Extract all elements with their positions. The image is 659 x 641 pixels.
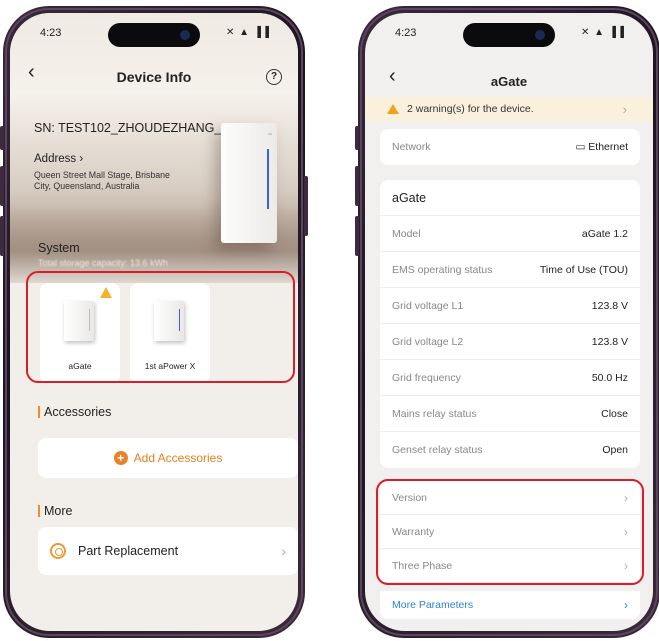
side-button <box>304 176 308 236</box>
status-icons: ✕ ▲ ▐▐ <box>580 27 625 38</box>
chevron-right-icon: › <box>622 101 627 117</box>
address-label: Address <box>34 153 77 165</box>
phone-frame-right: 4:23 ✕ ▲ ▐▐ ‹ aGate 2 warning(s) for the… <box>355 6 659 638</box>
more-title: More <box>38 504 72 518</box>
detail-label: Model <box>392 227 421 240</box>
warning-icon <box>387 104 399 114</box>
chevron-right-icon: › <box>281 543 286 559</box>
address-link[interactable]: Address › <box>34 153 83 165</box>
chevron-right-icon: › <box>624 598 628 612</box>
page-title: aGate <box>490 73 528 89</box>
detail-row: EMS operating status Time of Use (TOU) <box>380 252 640 288</box>
detail-row: Model aGate 1.2 <box>380 216 640 252</box>
network-row: Network ▭ Ethernet <box>380 129 640 165</box>
status-bar: 4:23 ✕ ▲ ▐▐ <box>395 27 625 39</box>
detail-value: Time of Use (TOU) <box>539 263 628 276</box>
back-arrow-icon[interactable]: ‹ <box>389 65 396 88</box>
system-title: System <box>38 241 80 255</box>
device-info-screen: 4:23 ✕ ▲ ▐▐ ‹ Device Info ? SN: TEST102_… <box>10 13 298 631</box>
side-button <box>355 126 359 150</box>
capacity-text: Total storage capacity: 13.6 kWh <box>38 258 169 268</box>
device-image: ▭ <box>221 123 277 243</box>
more-title-text: More <box>44 504 73 518</box>
agate-screen: 4:23 ✕ ▲ ▐▐ ‹ aGate 2 warning(s) for the… <box>365 13 653 631</box>
detail-row: Grid voltage L1 123.8 V <box>380 288 640 324</box>
detail-value: 50.0 Hz <box>591 371 628 384</box>
more-parameters-label: More Parameters <box>392 599 474 611</box>
phone-frame-left: 4:23 ✕ ▲ ▐▐ ‹ Device Info ? SN: TEST102_… <box>0 6 308 638</box>
page-title: Device Info <box>116 69 192 85</box>
chevron-right-icon: › <box>79 153 84 165</box>
detail-value: Close <box>601 407 628 420</box>
warning-banner[interactable]: 2 warning(s) for the device. › <box>365 97 653 121</box>
status-icons: ✕ ▲ ▐▐ <box>225 27 270 38</box>
help-icon[interactable]: ? <box>266 69 282 85</box>
detail-label: EMS operating status <box>392 263 493 276</box>
network-card: Network ▭ Ethernet <box>380 129 640 165</box>
nav-bar: ‹ Device Info ? <box>10 61 298 91</box>
card-title: aGate <box>380 180 640 216</box>
add-accessories-panel: + Add Accessories <box>38 438 298 478</box>
more-parameters-link[interactable]: More Parameters › <box>380 583 640 619</box>
detail-row: Grid voltage L2 123.8 V <box>380 324 640 360</box>
add-accessories-label: Add Accessories <box>133 451 223 465</box>
status-bar: 4:23 ✕ ▲ ▐▐ <box>40 27 270 39</box>
part-replacement-item[interactable]: Part Replacement › <box>38 527 298 575</box>
ethernet-icon: ▭ <box>575 141 589 153</box>
agate-details-card: aGate Model aGate 1.2 EMS operating statu… <box>380 180 640 468</box>
side-button <box>355 216 359 256</box>
device-logo: ▭ <box>268 131 272 136</box>
accessories-title-text: Accessories <box>44 405 112 419</box>
detail-row: Genset relay status Open <box>380 432 640 468</box>
detail-value: 123.8 V <box>591 299 628 312</box>
side-button <box>0 166 4 206</box>
status-time: 4:23 <box>395 27 417 39</box>
status-time: 4:23 <box>40 27 62 39</box>
detail-row: Grid frequency 50.0 Hz <box>380 360 640 396</box>
detail-value: Open <box>602 444 628 456</box>
detail-label: Mains relay status <box>392 407 477 420</box>
replace-icon <box>50 543 66 559</box>
network-value-text: Ethernet <box>588 141 628 153</box>
detail-label: Grid voltage L2 <box>392 335 464 348</box>
serial-text: SN: TEST102_ZHOUDEZHANG_1120 <box>34 121 249 135</box>
nav-bar: ‹ aGate <box>365 65 653 93</box>
detail-label: Grid frequency <box>392 371 461 384</box>
side-button <box>355 166 359 206</box>
back-arrow-icon[interactable]: ‹ <box>28 61 35 84</box>
network-value: ▭ Ethernet <box>575 141 628 153</box>
detail-value: 123.8 V <box>591 335 628 348</box>
network-label: Network <box>392 141 431 153</box>
part-replacement-panel: Part Replacement › <box>38 527 298 575</box>
part-replacement-label: Part Replacement <box>78 544 179 558</box>
highlight-box <box>26 271 295 383</box>
add-accessories-button[interactable]: + Add Accessories <box>38 438 298 478</box>
detail-label: Grid voltage L1 <box>392 299 464 312</box>
warning-text: 2 warning(s) for the device. <box>407 103 534 115</box>
highlight-box <box>376 479 644 585</box>
accessories-title: Accessories <box>38 405 111 419</box>
plus-icon: + <box>113 451 128 465</box>
side-button <box>0 126 4 150</box>
address-value: Queen Street Mall Stage, Brisbane City, … <box>34 170 170 191</box>
detail-value: aGate 1.2 <box>581 227 628 240</box>
detail-row: Mains relay status Close <box>380 396 640 432</box>
side-button <box>0 216 4 256</box>
detail-label: Genset relay status <box>392 444 483 456</box>
